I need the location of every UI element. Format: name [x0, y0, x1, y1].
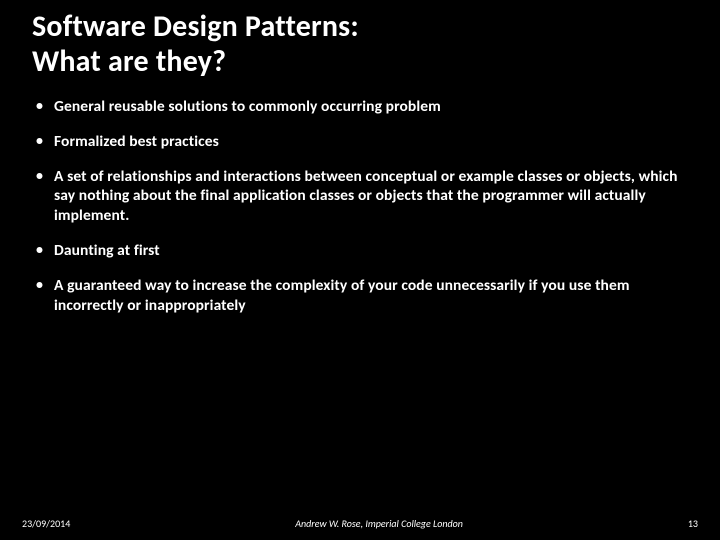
bullet-text: A guaranteed way to increase the complex… — [54, 276, 630, 315]
slide: Software Design Patterns: What are they?… — [0, 0, 720, 540]
bullet-text: General reusable solutions to commonly o… — [54, 97, 441, 116]
bullet-text: Formalized best practices — [54, 132, 219, 151]
bullet-text: A set of relationships and interactions … — [54, 167, 678, 226]
footer-page-number: 13 — [688, 517, 698, 530]
list-item: A set of relationships and interactions … — [32, 167, 688, 226]
title-line-2: What are they? — [32, 43, 226, 80]
list-item: A guaranteed way to increase the complex… — [32, 276, 688, 316]
title-line-1: Software Design Patterns: — [32, 8, 359, 45]
footer-date: 23/09/2014 — [22, 517, 70, 530]
footer-author: Andrew W. Rose, Imperial College London — [70, 517, 688, 530]
slide-title: Software Design Patterns: What are they? — [32, 10, 688, 79]
list-item: General reusable solutions to commonly o… — [32, 97, 688, 117]
footer: 23/09/2014 Andrew W. Rose, Imperial Coll… — [0, 517, 720, 530]
list-item: Daunting at first — [32, 241, 688, 261]
list-item: Formalized best practices — [32, 132, 688, 152]
bullet-list: General reusable solutions to commonly o… — [32, 97, 688, 316]
bullet-text: Daunting at first — [54, 241, 160, 260]
